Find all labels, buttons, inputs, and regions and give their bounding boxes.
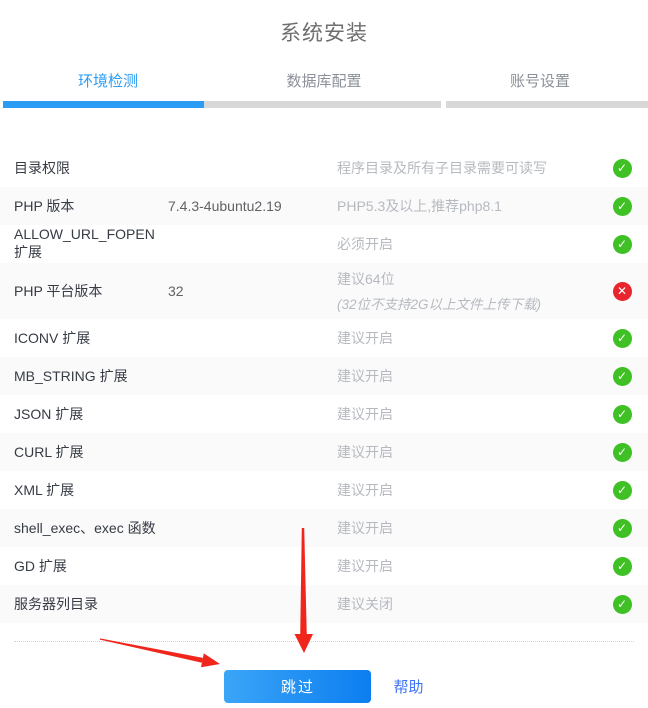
step-tabs: 环境检测 数据库配置 账号设置 xyxy=(0,62,648,101)
tab-database-config[interactable]: 数据库配置 xyxy=(216,62,432,101)
status-ok-icon: ✓ xyxy=(613,405,632,424)
status-ok-icon: ✓ xyxy=(613,197,632,216)
row-requirement: 必须开启 xyxy=(337,234,596,254)
skip-button[interactable]: 跳过 xyxy=(224,670,371,703)
footer-divider xyxy=(14,641,634,642)
table-row: PHP 平台版本 32 建议64位 (32位不支持2G以上文件上传下载) ✕ xyxy=(0,263,648,319)
row-requirement: PHP5.3及以上,推荐php8.1 xyxy=(337,196,596,216)
row-label: PHP 平台版本 xyxy=(14,281,168,301)
row-requirement: 建议开启 xyxy=(337,556,596,576)
row-label: 目录权限 xyxy=(14,158,168,178)
table-row: ALLOW_URL_FOPEN 扩展 必须开启 ✓ xyxy=(0,225,648,263)
row-requirement: 建议开启 xyxy=(337,328,596,348)
row-label: shell_exec、exec 函数 xyxy=(14,518,168,538)
tab-account-settings[interactable]: 账号设置 xyxy=(432,62,648,101)
row-requirement: 建议开启 xyxy=(337,518,596,538)
table-row: JSON 扩展 建议开启 ✓ xyxy=(0,395,648,433)
progress-segment-active xyxy=(3,101,204,108)
row-requirement: 建议开启 xyxy=(337,366,596,386)
row-requirement: 建议开启 xyxy=(337,480,596,500)
tab-environment-check[interactable]: 环境检测 xyxy=(0,62,216,101)
row-label: GD 扩展 xyxy=(14,556,168,576)
status-ok-icon: ✓ xyxy=(613,159,632,178)
env-table: 目录权限 程序目录及所有子目录需要可读写 ✓ PHP 版本 7.4.3-4ubu… xyxy=(0,149,648,623)
row-label: ICONV 扩展 xyxy=(14,328,168,348)
row-label: CURL 扩展 xyxy=(14,442,168,462)
row-note: (32位不支持2G以上文件上传下载) xyxy=(337,293,596,313)
table-row: MB_STRING 扩展 建议开启 ✓ xyxy=(0,357,648,395)
help-link[interactable]: 帮助 xyxy=(393,676,423,697)
status-error-icon: ✕ xyxy=(613,282,632,301)
row-label: 服务器列目录 xyxy=(14,594,168,614)
row-value: 7.4.3-4ubuntu2.19 xyxy=(168,198,337,214)
table-row: shell_exec、exec 函数 建议开启 ✓ xyxy=(0,509,648,547)
progress-segment-2 xyxy=(204,101,441,108)
status-ok-icon: ✓ xyxy=(613,329,632,348)
row-label: XML 扩展 xyxy=(14,480,168,500)
row-label: PHP 版本 xyxy=(14,196,168,216)
row-requirement: 建议开启 xyxy=(337,442,596,462)
row-requirement: 建议64位 xyxy=(337,269,596,289)
footer: 跳过 帮助 xyxy=(0,670,648,703)
status-ok-icon: ✓ xyxy=(613,595,632,614)
progress-segment-3 xyxy=(446,101,648,108)
table-row: XML 扩展 建议开启 ✓ xyxy=(0,471,648,509)
row-requirement: 建议开启 xyxy=(337,404,596,424)
annotation-arrow-diagonal xyxy=(100,638,220,667)
row-label: MB_STRING 扩展 xyxy=(14,366,168,386)
table-row: 服务器列目录 建议关闭 ✓ xyxy=(0,585,648,623)
table-row: ICONV 扩展 建议开启 ✓ xyxy=(0,319,648,357)
status-ok-icon: ✓ xyxy=(613,519,632,538)
row-label: ALLOW_URL_FOPEN 扩展 xyxy=(14,226,168,262)
table-row: PHP 版本 7.4.3-4ubuntu2.19 PHP5.3及以上,推荐php… xyxy=(0,187,648,225)
status-ok-icon: ✓ xyxy=(613,367,632,386)
table-row: CURL 扩展 建议开启 ✓ xyxy=(0,433,648,471)
row-requirement: 程序目录及所有子目录需要可读写 xyxy=(337,158,596,178)
status-ok-icon: ✓ xyxy=(613,557,632,576)
step-progress-bar xyxy=(3,101,648,108)
status-ok-icon: ✓ xyxy=(613,235,632,254)
page-title: 系统安装 xyxy=(0,0,648,47)
row-requirement: 建议关闭 xyxy=(337,594,596,614)
row-label: JSON 扩展 xyxy=(14,404,168,424)
table-row: GD 扩展 建议开启 ✓ xyxy=(0,547,648,585)
status-ok-icon: ✓ xyxy=(613,481,632,500)
table-row: 目录权限 程序目录及所有子目录需要可读写 ✓ xyxy=(0,149,648,187)
status-ok-icon: ✓ xyxy=(613,443,632,462)
row-value: 32 xyxy=(168,283,337,299)
